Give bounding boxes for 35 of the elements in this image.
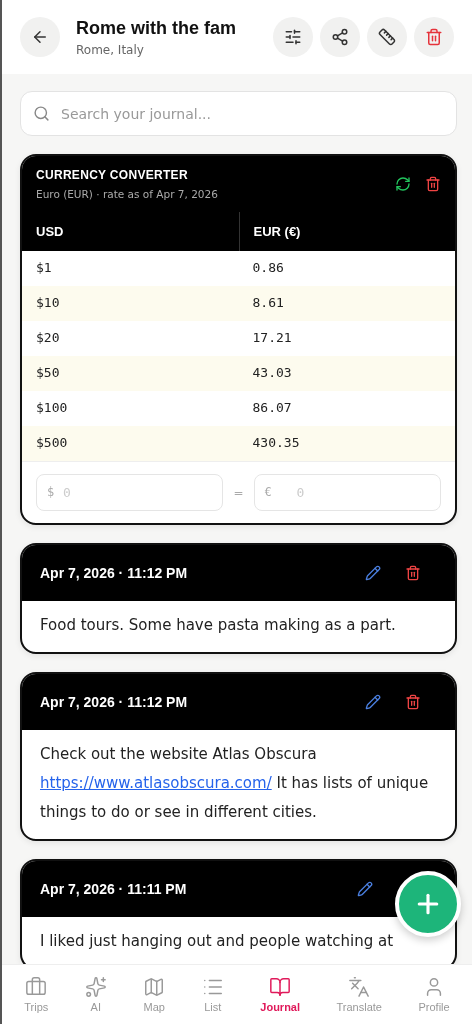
nav-tab[interactable]: Journal	[260, 976, 301, 1013]
table-cell-text: $10	[35, 294, 61, 312]
nav-tab[interactable]: AI	[84, 976, 107, 1013]
nav-tab[interactable]: Translate	[336, 976, 382, 1013]
nav-tab[interactable]: Trips	[24, 976, 49, 1013]
table-cell-text: 8.61	[251, 294, 285, 312]
nav-tab[interactable]: List	[201, 976, 224, 1013]
euro-sign: €	[264, 485, 272, 499]
trip-location: Rome, Italy	[76, 42, 145, 57]
equals-sign: =	[233, 485, 244, 500]
table-cell-text: 0.86	[251, 259, 285, 277]
table-cell-text: 430.35	[251, 434, 301, 452]
entry-date: Apr 7, 2026 · 11:12 PM	[40, 565, 189, 581]
converter-title: CURRENCY CONVERTER	[36, 168, 189, 182]
converter-rate: Euro (EUR) · rate as of Apr 7, 2026	[36, 188, 219, 200]
dollar-sign: $	[47, 485, 55, 499]
trip-title: Rome with the fam	[76, 17, 237, 39]
column-header: USD	[35, 223, 65, 241]
table-cell-text: 17.21	[251, 329, 293, 347]
search-field[interactable]: Search your journal...	[20, 91, 457, 136]
table-cell-text: 86.07	[251, 399, 293, 417]
table-cell-text: $50	[35, 364, 61, 382]
table-cell-text: $100	[35, 399, 69, 417]
table-cell-text: $20	[35, 329, 61, 347]
table-cell-text: $1	[35, 259, 53, 277]
entry-date: Apr 7, 2026 · 11:12 PM	[40, 694, 189, 710]
entry-text: Check out the website Atlas Obscura https://www.atlasobscura.com/ It has lists of unique things to do or see in different cities.	[39, 744, 430, 823]
website-link[interactable]: https://www.atlasobscura.com/	[40, 774, 272, 792]
entry-text: I liked just hanging out and people watching at	[39, 931, 395, 952]
entry-text: Food tours. Some have pasta making as a part.	[39, 615, 397, 636]
entry-date: Apr 7, 2026 · 11:11 PM	[40, 881, 188, 897]
table-cell-text: 43.03	[251, 364, 293, 382]
nav-tab[interactable]: Map	[143, 976, 166, 1013]
nav-tab[interactable]: Profile	[418, 976, 450, 1013]
table-cell-text: $500	[35, 434, 69, 452]
